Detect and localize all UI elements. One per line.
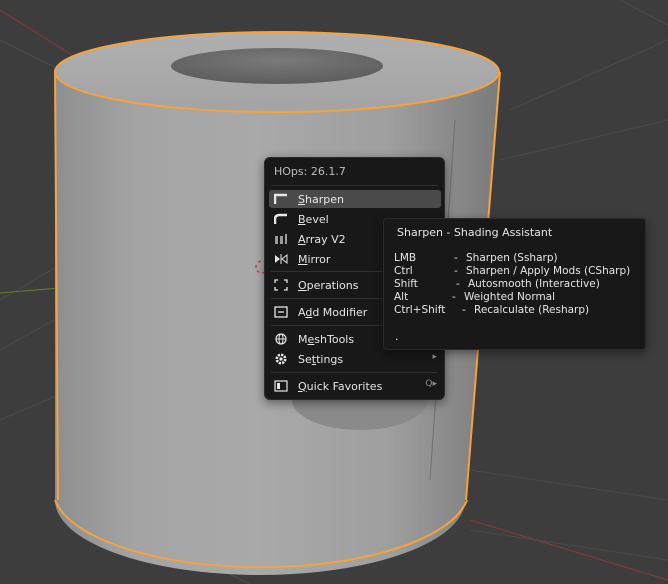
operations-icon bbox=[273, 278, 289, 292]
submenu-arrow-icon: ▸ bbox=[432, 352, 437, 362]
settings-gear-icon bbox=[273, 352, 289, 366]
array-icon bbox=[273, 232, 289, 246]
tooltip-title: Sharpen - Shading Assistant bbox=[397, 226, 553, 239]
menu-item-label: Sharpen bbox=[298, 192, 344, 206]
y-axis-line bbox=[0, 287, 61, 294]
tooltip-row: Ctrl - Sharpen / Apply Mods (CSharp) bbox=[394, 265, 631, 277]
menu-item-label: Bevel bbox=[298, 212, 329, 226]
menu-item-settings[interactable]: Settings ▸ bbox=[269, 350, 441, 368]
menu-item-quick-favorites[interactable]: Quick Favorites Q▸ bbox=[269, 377, 441, 395]
menu-title: HOps: 26.1.7 bbox=[274, 165, 346, 178]
x-axis-line-right bbox=[469, 519, 668, 581]
tooltip-row: Alt - Weighted Normal bbox=[394, 291, 556, 303]
menu-item-label: MeshTools bbox=[298, 332, 355, 346]
bevel-icon bbox=[273, 212, 289, 226]
menu-item-label: Operations bbox=[298, 278, 359, 292]
menu-item-label: Array V2 bbox=[298, 232, 346, 246]
meshtools-icon bbox=[273, 332, 289, 346]
quick-favorites-icon bbox=[273, 379, 289, 393]
sharpen-icon bbox=[273, 192, 289, 206]
sharpen-tooltip: Sharpen - Shading Assistant LMB - Sharpe… bbox=[383, 218, 646, 350]
menu-separator bbox=[271, 185, 438, 186]
menu-item-sharpen[interactable]: Sharpen bbox=[269, 190, 441, 208]
menu-item-label: Add Modifier bbox=[298, 305, 368, 319]
shortcut-hint: Q▸ bbox=[425, 379, 437, 389]
tooltip-row: Ctrl+Shift - Recalculate (Resharp) bbox=[394, 304, 590, 316]
tooltip-row: LMB - Sharpen (Ssharp) bbox=[394, 252, 558, 264]
tooltip-footer: . bbox=[395, 330, 399, 343]
menu-separator bbox=[271, 372, 438, 373]
tooltip-row: Shift - Autosmooth (Interactive) bbox=[394, 278, 600, 290]
add-modifier-icon bbox=[273, 305, 289, 319]
mirror-icon bbox=[273, 252, 289, 266]
menu-item-label: Mirror bbox=[298, 252, 331, 266]
menu-item-label: Quick Favorites bbox=[298, 379, 383, 393]
menu-item-label: Settings bbox=[298, 352, 344, 366]
x-axis-line bbox=[0, 9, 81, 61]
